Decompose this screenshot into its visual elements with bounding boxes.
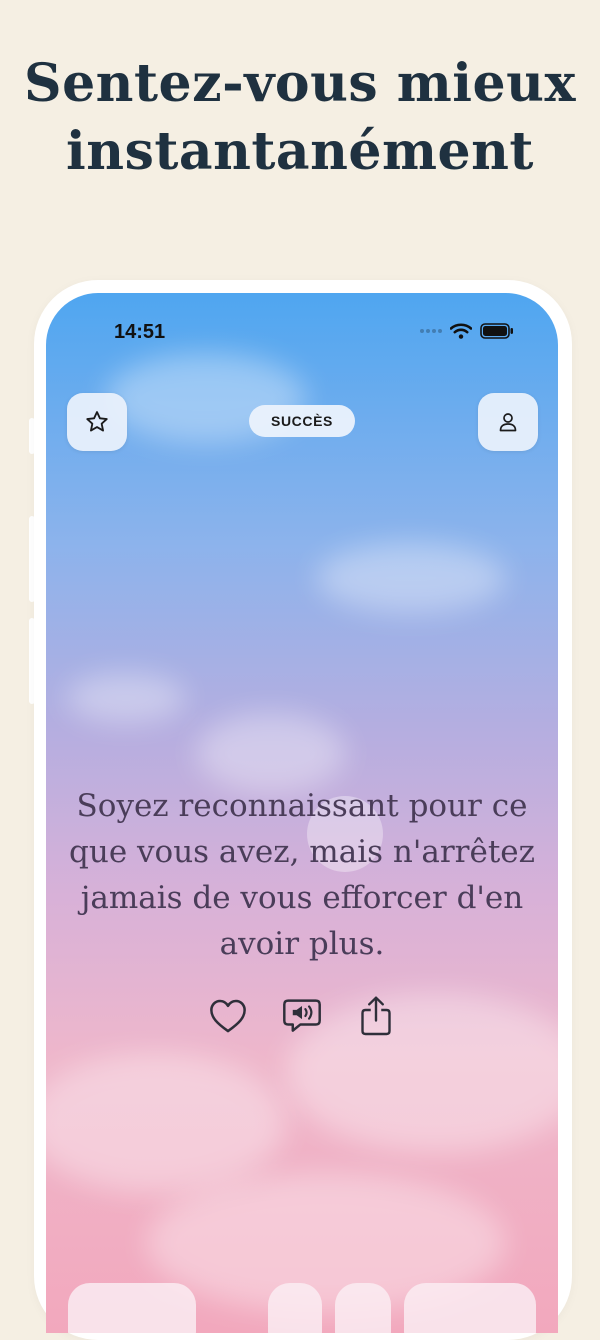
cellular-signal-icon (420, 329, 442, 333)
like-button[interactable] (206, 993, 250, 1039)
wifi-icon (450, 323, 472, 339)
favorites-button[interactable] (67, 393, 127, 451)
bottom-center-right-button[interactable] (335, 1283, 391, 1333)
speaker-bubble-icon (283, 999, 321, 1032)
promo-headline: Sentez-vous mieux instantanément (0, 50, 600, 186)
quote-text: Soyez reconnaissant pour ce que vous ave… (69, 788, 535, 962)
quote-actions (46, 993, 558, 1039)
cloud (196, 713, 346, 793)
status-time: 14:51 (114, 321, 166, 343)
battery-icon (480, 323, 513, 339)
headline-line-2: instantanément (66, 121, 534, 182)
bottom-center-left-button[interactable] (268, 1283, 322, 1333)
cloud (66, 673, 186, 723)
cloud (46, 1053, 286, 1193)
heart-icon (210, 999, 246, 1033)
star-icon (86, 411, 108, 432)
person-icon (499, 413, 517, 432)
bottom-left-button[interactable] (68, 1283, 196, 1333)
bottom-right-button[interactable] (404, 1283, 536, 1333)
cloud (316, 543, 506, 613)
category-badge[interactable]: SUCCÈS (249, 405, 355, 437)
share-icon (361, 996, 391, 1036)
read-aloud-button[interactable] (280, 993, 324, 1039)
share-button[interactable] (354, 993, 398, 1039)
status-indicators (420, 323, 514, 339)
profile-button[interactable] (478, 393, 538, 451)
headline-line-1: Sentez-vous mieux (24, 53, 576, 114)
app-screen: 14:51 SUCCÈS Soyez reconnaissant pour ce… (46, 293, 558, 1333)
